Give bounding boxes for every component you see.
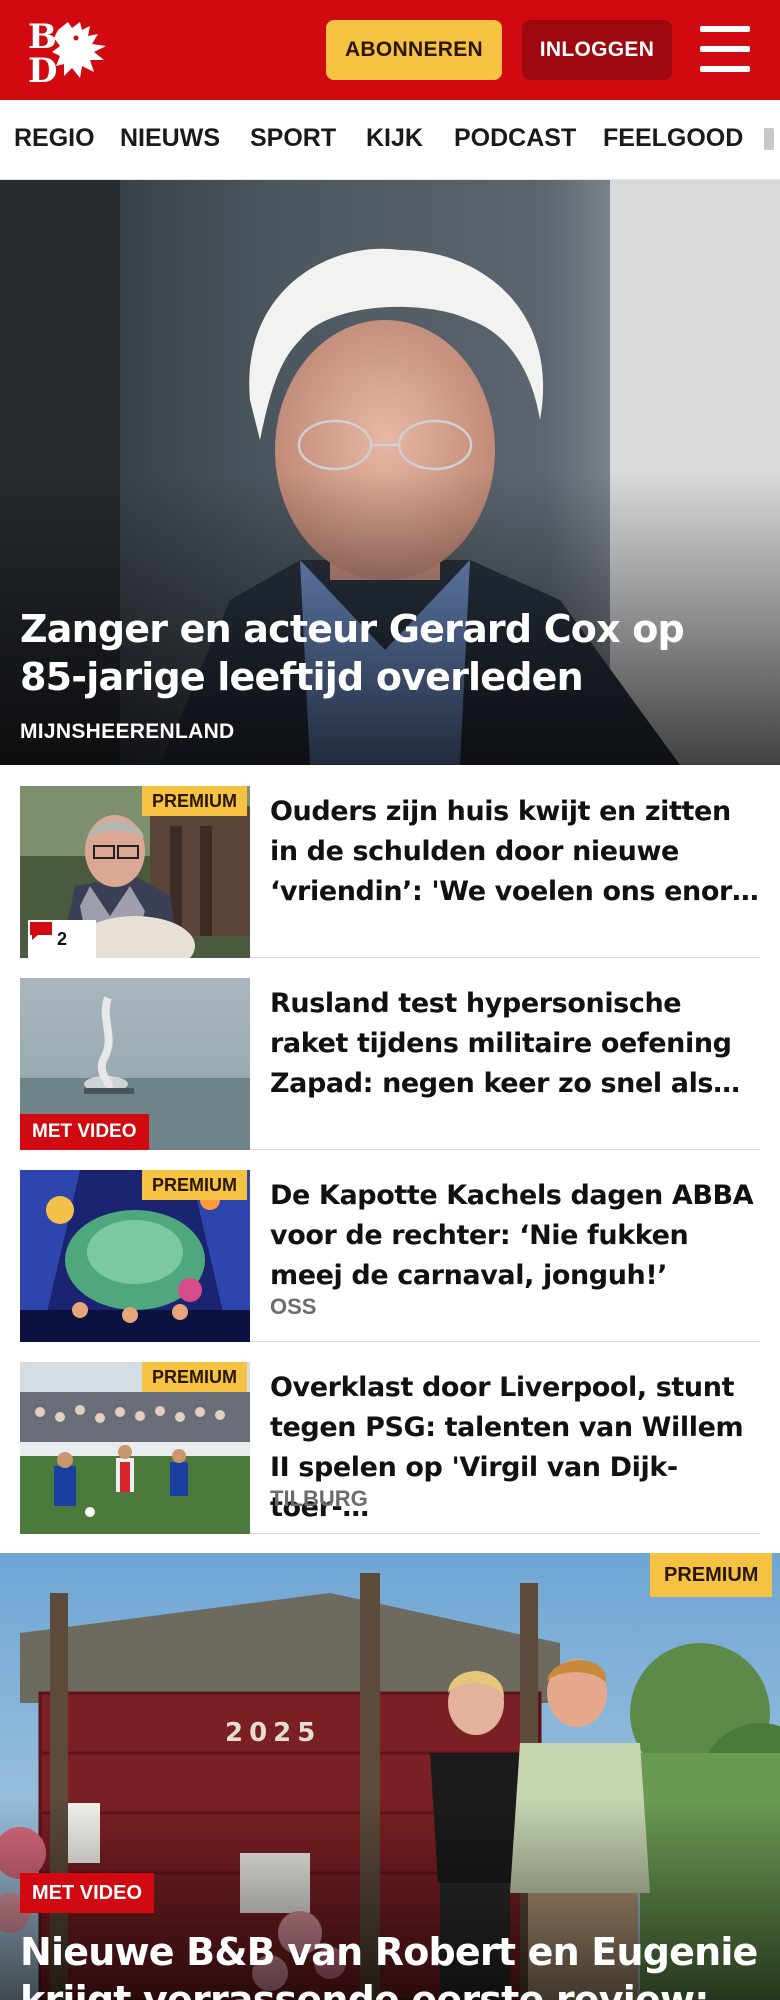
nav-item-nieuws[interactable]: NIEUWS [120,124,220,153]
feature-article[interactable]: 2025 PREMIUM MET VIDEO Nieuwe B&B van Ro… [0,1553,780,2000]
comment-count-value: 2 [56,928,67,949]
article-card[interactable]: PREMIUM De Kapotte Kachels dagen ABBA vo… [20,1170,760,1342]
article-location: TILBURG [270,1486,368,1511]
bd-logo[interactable]: B D [28,16,112,91]
article-headline[interactable]: De Kapotte Kachels dagen ABBA voor de re… [270,1176,760,1296]
hero-location: MIJNSHEERENLAND [20,720,235,743]
video-badge: MET VIDEO [20,1873,155,1913]
article-location: OSS [270,1294,317,1319]
svg-text:D: D [28,51,57,84]
subscribe-button[interactable]: ABONNEREN [326,20,502,80]
nav-item-sport[interactable]: SPORT [250,124,336,153]
comment-count[interactable]: 2 [28,920,96,958]
video-badge: MET VIDEO [20,1114,149,1150]
nav-overflow-hint [764,128,774,150]
article-card[interactable]: MET VIDEO Rusland test hypersonische rak… [20,978,760,1150]
site-header: B D ABONNEREN INLOGGEN [0,0,780,100]
nav-item-kijk[interactable]: KIJK [366,124,423,153]
nav-item-feelgood[interactable]: FEELGOOD [603,124,743,153]
feature-headline[interactable]: Nieuwe B&B van Robert en Eugenie krijgt … [20,1928,760,2000]
section-nav: REGIO NIEUWS SPORT KIJK PODCAST FEELGOOD [0,100,780,180]
premium-badge: PREMIUM [142,786,247,816]
login-button[interactable]: INLOGGEN [522,20,672,80]
hamburger-menu-icon[interactable] [700,26,752,72]
article-headline[interactable]: Rusland test hypersonische raket tijdens… [270,984,760,1104]
nav-item-podcast[interactable]: PODCAST [454,124,576,153]
premium-badge: PREMIUM [650,1553,773,1597]
hero-headline[interactable]: Zanger en acteur Gerard Cox op 85-jarige… [20,605,760,701]
comment-icon [30,922,52,940]
premium-badge: PREMIUM [142,1362,247,1392]
nav-item-regio[interactable]: REGIO [14,124,95,153]
article-card[interactable]: PREMIUM Overklast door Liverpool, stunt … [20,1362,760,1534]
article-card[interactable]: 2 PREMIUM Ouders zijn huis kwijt en zitt… [20,786,760,958]
premium-badge: PREMIUM [142,1170,247,1200]
article-headline[interactable]: Ouders zijn huis kwijt en zitten in de s… [270,792,760,912]
hero-article[interactable]: Zanger en acteur Gerard Cox op 85-jarige… [0,180,780,765]
